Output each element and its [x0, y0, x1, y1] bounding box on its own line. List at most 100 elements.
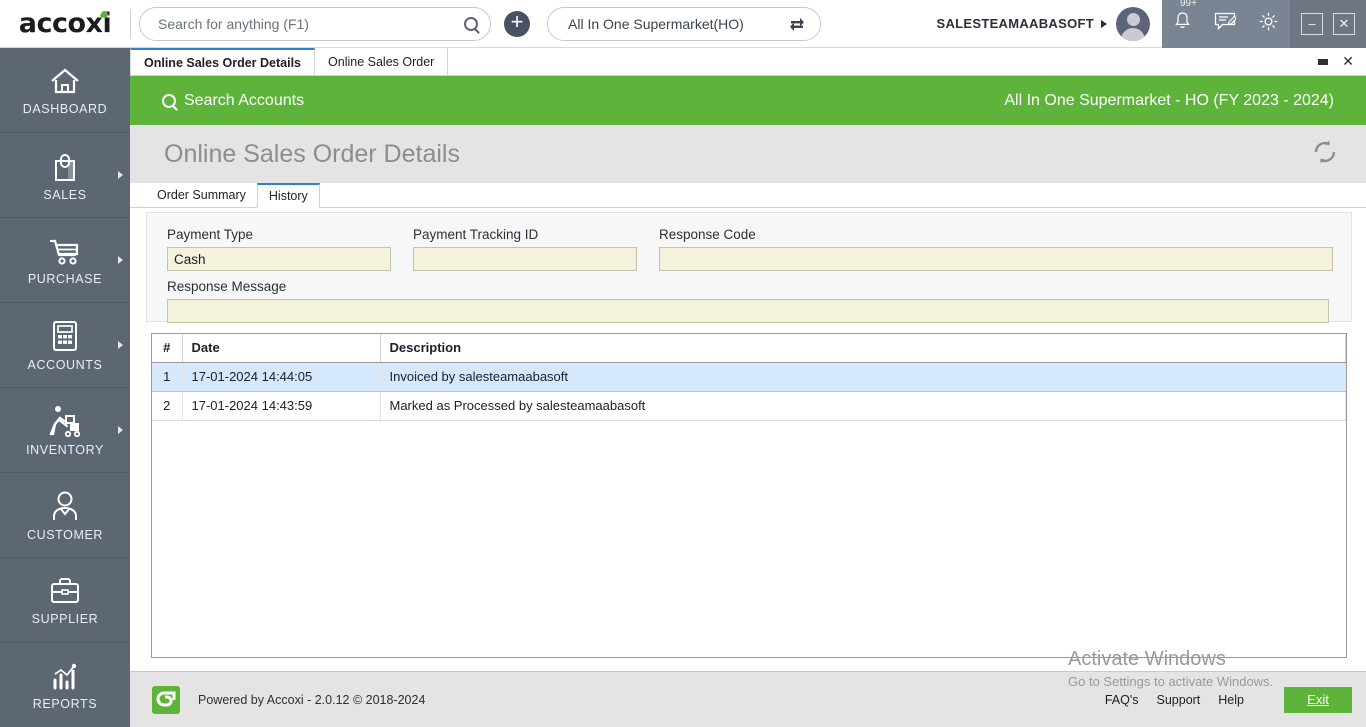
tab-online-sales-order[interactable]: Online Sales Order: [315, 48, 449, 75]
tab-label: Online Sales Order Details: [144, 55, 302, 70]
avatar[interactable]: [1116, 6, 1150, 41]
column-header-date[interactable]: Date: [182, 334, 381, 363]
tab-order-summary[interactable]: Order Summary: [146, 183, 257, 207]
footer-links: FAQ's Support Help Exit: [1105, 686, 1352, 713]
chevron-right-icon: [118, 341, 123, 349]
cell-date: 17-01-2024 14:43:59: [182, 391, 381, 421]
sidebar-item-purchase[interactable]: PURCHASE: [0, 218, 130, 303]
add-button[interactable]: +: [504, 10, 530, 37]
search-input[interactable]: [158, 15, 464, 32]
switch-branch-icon[interactable]: [788, 15, 806, 33]
tab-label: Online Sales Order: [328, 54, 435, 69]
sidebar-item-supplier[interactable]: SUPPLIER: [0, 558, 130, 643]
column-header-description[interactable]: Description: [380, 334, 1346, 363]
page-title: Online Sales Order Details: [164, 139, 460, 168]
search-accounts-label: Search Accounts: [184, 91, 305, 109]
response-code-input[interactable]: [659, 247, 1333, 271]
chevron-right-icon: [118, 426, 123, 434]
refresh-icon[interactable]: [1310, 137, 1340, 172]
green-header-bar: Search Accounts All In One Supermarket -…: [130, 76, 1366, 125]
settings-gear-icon[interactable]: [1258, 11, 1279, 37]
header-icons-group: 99+: [1162, 0, 1290, 48]
tab-history[interactable]: History: [256, 183, 320, 208]
sidebar-item-label: SALES: [43, 187, 87, 202]
field-payment-type: Payment Type Cash: [167, 227, 391, 271]
sidebar-item-reports[interactable]: REPORTS: [0, 643, 130, 727]
minimize-button[interactable]: –: [1301, 12, 1323, 35]
response-code-label: Response Code: [659, 227, 756, 242]
table-body: 1 17-01-2024 14:44:05 Invoiced by salest…: [152, 362, 1346, 421]
response-message-label: Response Message: [167, 279, 287, 294]
sidebar-item-label: INVENTORY: [26, 442, 104, 457]
sidebar: DASHBOARD SALES PURCHASE ACCOUNTS INVENT…: [0, 48, 130, 727]
sidebar-item-label: CUSTOMER: [26, 527, 104, 542]
payment-tracking-id-input[interactable]: [413, 247, 637, 271]
cell-number: 1: [152, 362, 183, 392]
payment-tracking-id-label: Payment Tracking ID: [413, 227, 539, 242]
history-table: # Date Description 1 17-01-2024 14:44:05…: [152, 334, 1346, 421]
sidebar-item-label: PURCHASE: [27, 271, 103, 286]
logo-text: accoxi: [18, 8, 112, 39]
sidebar-item-inventory[interactable]: INVENTORY: [0, 388, 130, 473]
window-controls: – ✕: [1290, 0, 1366, 48]
cell-date: 17-01-2024 14:44:05: [182, 362, 381, 392]
history-table-container: # Date Description 1 17-01-2024 14:44:05…: [151, 333, 1347, 658]
footer: Powered by Accoxi - 2.0.12 © 2018-2024 F…: [130, 671, 1366, 727]
sidebar-item-customer[interactable]: CUSTOMER: [0, 473, 130, 558]
search-icon[interactable]: [464, 16, 478, 31]
table-header: # Date Description: [152, 334, 1346, 363]
tab-list-chevron-down-icon[interactable]: [1318, 58, 1329, 65]
support-link[interactable]: Support: [1157, 693, 1201, 707]
table-row[interactable]: 1 17-01-2024 14:44:05 Invoiced by salest…: [152, 362, 1346, 392]
sidebar-item-label: ACCOUNTS: [27, 357, 103, 372]
app-logo: accoxi: [0, 0, 130, 48]
powered-by-text: Powered by Accoxi - 2.0.12 © 2018-2024: [198, 692, 426, 707]
cell-description: Marked as Processed by salesteamaabasoft: [380, 391, 1346, 421]
user-menu-caret-icon[interactable]: [1101, 19, 1107, 28]
shopping-cart-icon: [49, 239, 79, 265]
avatar-head: [1126, 12, 1140, 26]
form-row-2: Response Message: [167, 279, 1331, 323]
branch-name: All In One Supermarket(HO): [568, 15, 744, 32]
table-header-row: # Date Description: [152, 334, 1346, 363]
detail-tabs: Order Summary History: [130, 183, 1366, 208]
cell-number: 2: [152, 391, 183, 421]
accoxi-footer-logo-icon: [152, 685, 180, 714]
tab-online-sales-order-details[interactable]: Online Sales Order Details: [130, 48, 316, 75]
sidebar-item-label: REPORTS: [32, 696, 98, 711]
feedback-message-icon[interactable]: [1214, 11, 1238, 36]
sidebar-item-dashboard[interactable]: DASHBOARD: [0, 48, 130, 133]
user-area: SALESTEAMAABASOFT 99+ – ✕: [937, 0, 1366, 48]
global-search[interactable]: [139, 6, 491, 41]
search-accounts-button[interactable]: Search Accounts: [162, 92, 304, 110]
sidebar-item-accounts[interactable]: ACCOUNTS: [0, 303, 130, 388]
form-row-1: Payment Type Cash Payment Tracking ID Re…: [167, 227, 1333, 271]
response-message-input[interactable]: [167, 299, 1329, 323]
help-link[interactable]: Help: [1218, 693, 1244, 707]
bar-chart-icon: [53, 663, 77, 689]
branch-selector[interactable]: All In One Supermarket(HO): [547, 6, 821, 41]
sidebar-item-sales[interactable]: SALES: [0, 133, 130, 218]
person-icon: [53, 491, 77, 520]
field-payment-tracking-id: Payment Tracking ID: [413, 227, 637, 271]
top-bar: accoxi + All In One Supermarket(HO) SALE…: [0, 0, 1366, 48]
column-header-number[interactable]: #: [152, 334, 183, 363]
exit-button[interactable]: Exit: [1284, 686, 1352, 713]
cell-description: Invoiced by salesteamaabasoft: [380, 362, 1346, 392]
close-window-button[interactable]: ✕: [1333, 12, 1355, 35]
payment-type-label: Payment Type: [167, 227, 254, 242]
chevron-right-icon: [118, 171, 123, 179]
page-header: Online Sales Order Details: [130, 125, 1366, 183]
user-name[interactable]: SALESTEAMAABASOFT: [937, 16, 1095, 31]
notification-badge: 99+: [1180, 0, 1197, 9]
payment-form-panel: Payment Type Cash Payment Tracking ID Re…: [146, 212, 1352, 323]
faq-link[interactable]: FAQ's: [1105, 693, 1139, 707]
avatar-body: [1121, 27, 1145, 41]
warehouse-worker-icon: [49, 405, 81, 437]
close-tab-button[interactable]: ✕: [1342, 53, 1354, 70]
notification-bell-icon[interactable]: 99+: [1173, 0, 1197, 36]
table-row[interactable]: 2 17-01-2024 14:43:59 Marked as Processe…: [152, 391, 1346, 421]
inner-tab-label: History: [268, 189, 308, 203]
payment-type-input[interactable]: Cash: [167, 247, 391, 271]
shopping-bag-icon: [55, 153, 75, 181]
